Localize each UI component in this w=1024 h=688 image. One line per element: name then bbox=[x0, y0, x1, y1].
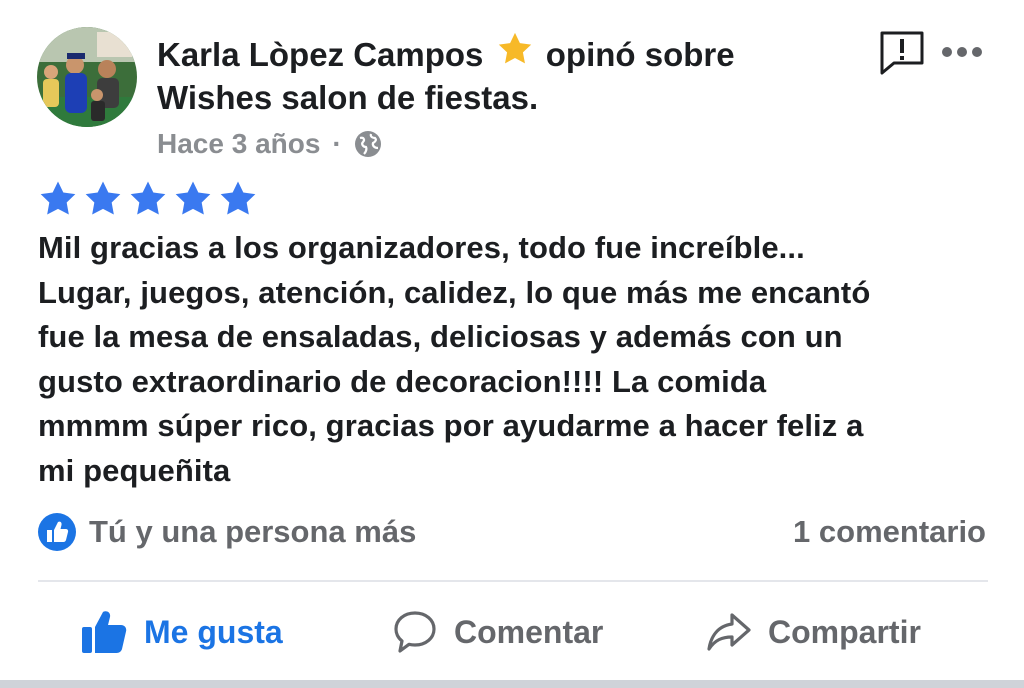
review-line: fue la mesa de ensaladas, deliciosas y a… bbox=[38, 319, 843, 355]
comment-label: Comentar bbox=[454, 613, 604, 650]
globe-icon bbox=[354, 131, 381, 157]
avatar[interactable] bbox=[37, 27, 137, 127]
review-line: Lugar, juegos, atención, calidez, lo que… bbox=[38, 274, 871, 310]
share-label: Compartir bbox=[768, 613, 921, 650]
like-button[interactable]: Me gusta bbox=[80, 606, 283, 658]
post-meta: Hace 3 años · bbox=[157, 126, 382, 162]
page-name[interactable]: Wishes salon de fiestas. bbox=[157, 79, 538, 116]
like-label: Me gusta bbox=[144, 613, 283, 650]
timestamp[interactable]: Hace 3 años bbox=[157, 128, 320, 160]
rating-stars bbox=[38, 179, 258, 219]
reactions-summary[interactable]: Tú y una persona más bbox=[37, 512, 416, 552]
share-arrow-icon bbox=[707, 613, 751, 651]
more-options-button[interactable] bbox=[940, 40, 984, 64]
rating-star-icon bbox=[220, 181, 256, 215]
review-verb: opinó sobre bbox=[545, 36, 735, 73]
rating-star-icon bbox=[85, 181, 121, 215]
reactions-text: Tú y una persona más bbox=[89, 514, 417, 549]
review-line: Mil gracias a los organizadores, todo fu… bbox=[38, 230, 805, 265]
share-button[interactable]: Compartir bbox=[706, 606, 921, 658]
report-icon bbox=[880, 31, 924, 75]
review-line: mmmm súper rico, gracias por ayudarme a … bbox=[38, 408, 864, 444]
report-button[interactable] bbox=[878, 29, 926, 77]
more-icon bbox=[942, 47, 982, 57]
thumbs-up-icon bbox=[82, 611, 127, 653]
meta-separator: · bbox=[332, 128, 342, 159]
review-line: gusto extraordinario de decoracion!!!! L… bbox=[38, 363, 767, 399]
star-badge-icon bbox=[495, 30, 535, 68]
section-separator bbox=[0, 680, 1024, 688]
review-line: mi pequeñita bbox=[38, 452, 231, 488]
rating-star-icon bbox=[40, 181, 76, 215]
rating-star-icon bbox=[130, 181, 166, 215]
post-header: Karla Lòpez Campos opinó sobre Wishes sa… bbox=[157, 30, 817, 119]
comment-icon bbox=[394, 611, 436, 653]
review-text: Mil gracias a los organizadores, todo fu… bbox=[38, 226, 998, 494]
comments-count[interactable]: 1 comentario bbox=[793, 514, 986, 550]
comment-button[interactable]: Comentar bbox=[392, 606, 603, 658]
divider bbox=[38, 580, 988, 582]
rating-star-icon bbox=[175, 181, 211, 215]
author-name[interactable]: Karla Lòpez Campos bbox=[157, 36, 483, 73]
like-reaction-icon bbox=[38, 513, 76, 551]
